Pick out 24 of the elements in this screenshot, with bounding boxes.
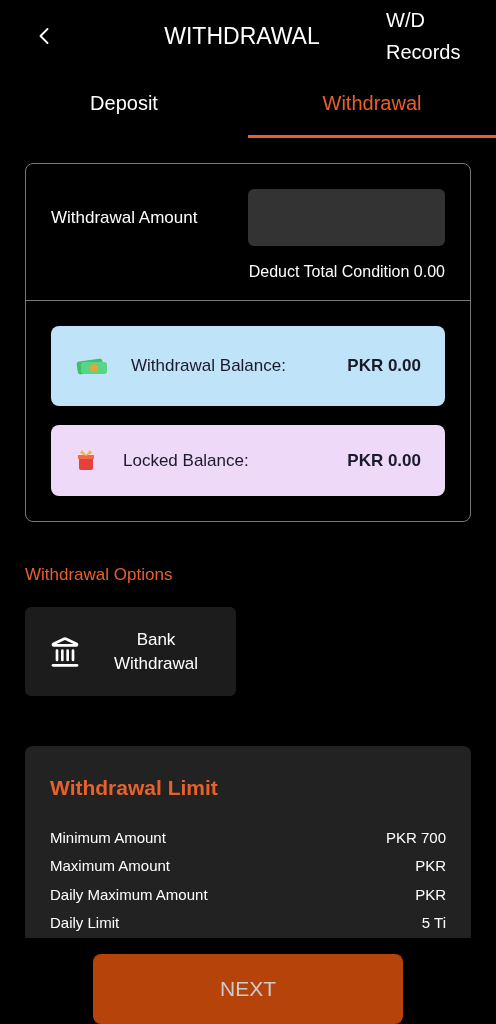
limit-value: 5 Ti [421,913,446,934]
bank-option[interactable]: Bank Withdrawal [25,607,236,697]
page-title: WITHDRAWAL [163,21,321,51]
tab[interactable]: Withdrawal [248,71,496,138]
gift-icon [75,449,97,472]
limit-value: PKR [415,884,446,905]
limit-title: Withdrawal Limit [50,775,219,802]
section-title: Withdrawal Options [25,563,174,586]
limit-label: Maximum Amount [50,856,171,877]
amount-input[interactable] [248,188,445,246]
balance-value: PKR 0.00 [347,355,421,377]
limit-value: PKR 700 [385,827,446,848]
limit-label: Daily Maximum Amount [50,884,208,905]
limit-label: Minimum Amount [50,827,166,848]
limit-value: PKR [415,856,446,877]
records-link[interactable]: W/D Records [386,3,466,68]
balance-value: PKR 0.00 [347,449,421,472]
bank-icon [49,635,81,668]
amount-label: Withdrawal Amount [51,206,198,229]
deduct-condition: Deduct Total Condition 0.00 [247,261,445,282]
limit-label: Daily Limit [50,913,120,934]
balance-label: Withdrawal Balance: [131,355,287,377]
balance-label: Locked Balance: [123,449,250,472]
tab[interactable]: Deposit [0,71,248,138]
